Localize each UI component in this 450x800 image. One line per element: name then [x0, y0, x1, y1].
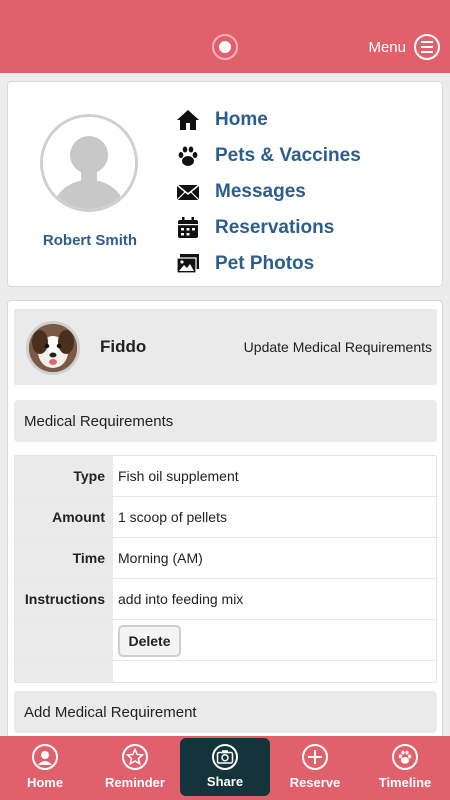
paw-icon — [392, 744, 418, 770]
calendar-icon — [175, 215, 201, 241]
top-bar: Menu — [0, 0, 450, 73]
add-medical-requirement-button[interactable]: Add Medical Requirement — [14, 691, 437, 733]
nav-item-reservations[interactable]: Reservations — [175, 210, 361, 246]
tab-reminder[interactable]: Reminder — [90, 736, 180, 800]
medical-requirement-table: Type Fish oil supplement Amount 1 scoop … — [14, 455, 438, 683]
envelope-icon — [175, 179, 201, 205]
instructions-label: Instructions — [24, 591, 105, 607]
nav-item-home[interactable]: Home — [175, 102, 361, 138]
user-name[interactable]: Robert Smith — [18, 232, 162, 249]
avatar[interactable] — [40, 114, 138, 212]
nav-label-messages: Messages — [215, 181, 306, 202]
nav-label-reservations: Reservations — [215, 217, 335, 238]
type-label: Type — [73, 468, 105, 484]
tab-label-timeline: Timeline — [378, 775, 432, 790]
tab-label-reminder: Reminder — [105, 775, 165, 790]
table-row — [15, 620, 438, 661]
amount-value: 1 scoop of pellets — [118, 509, 227, 525]
pet-avatar[interactable] — [26, 321, 80, 375]
plus-icon — [302, 744, 328, 770]
camera-icon — [212, 744, 238, 770]
time-label: Time — [72, 550, 105, 566]
profile-card: Robert Smith Home Pets & Vaccines Messag… — [7, 81, 443, 287]
table-row: Type Fish oil supplement — [15, 456, 438, 497]
update-medical-requirements-link[interactable]: Update Medical Requirements — [244, 339, 432, 355]
bottom-tab-bar: Home Reminder Share Reserve Timeline — [0, 736, 450, 800]
nav-label-home: Home — [215, 109, 268, 130]
tab-label-home: Home — [26, 775, 64, 790]
nav-item-messages[interactable]: Messages — [175, 174, 361, 210]
star-icon — [122, 744, 148, 770]
table-row: Time Morning (AM) — [15, 538, 438, 579]
main-nav: Home Pets & Vaccines Messages Reservatio… — [175, 102, 361, 282]
tab-label-reserve: Reserve — [289, 775, 341, 790]
menu-label: Menu — [368, 38, 406, 56]
delete-button[interactable]: Delete — [118, 625, 181, 657]
time-value: Morning (AM) — [118, 550, 203, 566]
nav-label-pets-vaccines: Pets & Vaccines — [215, 145, 361, 166]
table-row: Instructions add into feeding mix — [15, 579, 438, 620]
hamburger-icon — [414, 34, 440, 60]
instructions-value: add into feeding mix — [118, 591, 244, 607]
nav-label-pet-photos: Pet Photos — [215, 253, 315, 274]
tab-share[interactable]: Share — [180, 738, 270, 796]
user-icon — [32, 744, 58, 770]
pet-header: Fiddo Update Medical Requirements — [14, 309, 437, 385]
nav-item-pet-photos[interactable]: Pet Photos — [175, 246, 361, 282]
tab-label-share: Share — [206, 774, 244, 789]
tab-timeline[interactable]: Timeline — [360, 736, 450, 800]
medical-panel: Fiddo Update Medical Requirements Medica… — [7, 300, 443, 740]
photos-icon — [175, 251, 201, 277]
type-value: Fish oil supplement — [118, 468, 239, 484]
nav-item-pets-vaccines[interactable]: Pets & Vaccines — [175, 138, 361, 174]
tab-reserve[interactable]: Reserve — [270, 736, 360, 800]
paw-icon — [175, 143, 201, 169]
menu-button[interactable]: Menu — [368, 33, 440, 61]
tab-home[interactable]: Home — [0, 736, 90, 800]
medical-requirements-heading: Medical Requirements — [14, 400, 437, 442]
table-row: Amount 1 scoop of pellets — [15, 497, 438, 538]
amount-label: Amount — [52, 509, 105, 525]
home-icon — [175, 107, 201, 133]
pet-name: Fiddo — [100, 337, 147, 356]
app-logo-icon — [212, 34, 238, 60]
